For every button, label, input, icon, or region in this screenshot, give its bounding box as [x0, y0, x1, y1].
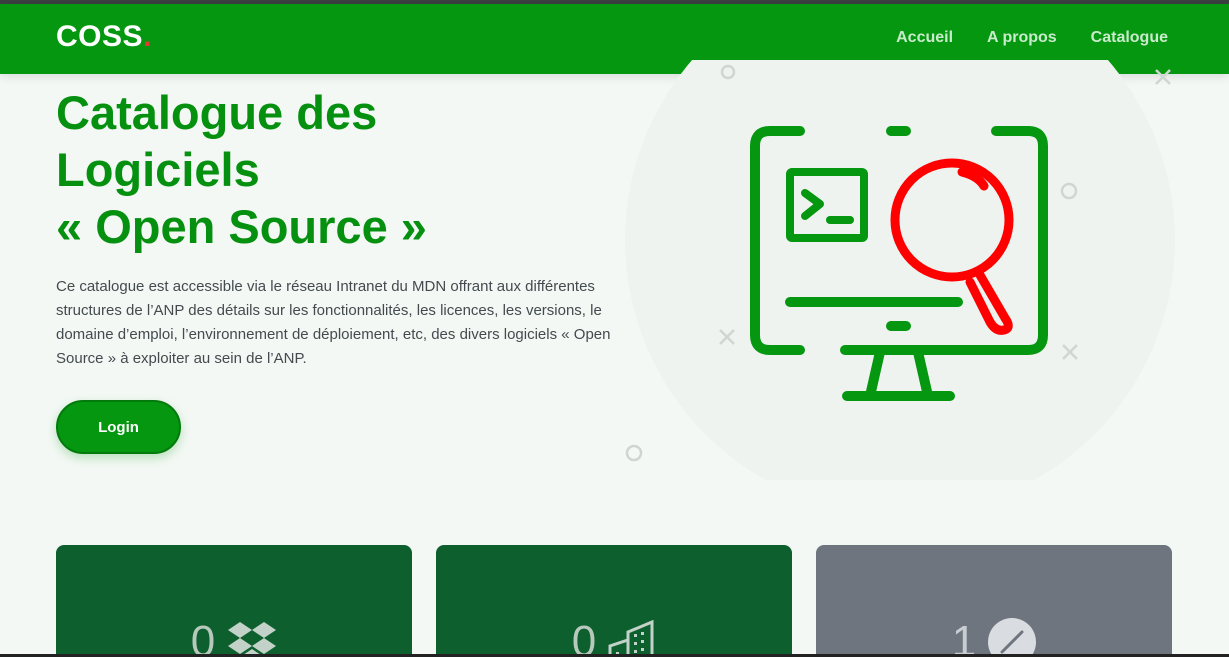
nav-link-a-propos[interactable]: A propos: [987, 29, 1057, 47]
stat-card-3-content: 1: [816, 617, 1172, 657]
stat-card-3[interactable]: 1: [816, 545, 1172, 657]
hero-title-line-2: Logiciels: [56, 143, 260, 196]
brand-logo[interactable]: COSS.: [56, 20, 152, 54]
stat-card-2-content: 0: [436, 617, 792, 657]
stat-value: 1: [951, 617, 977, 657]
circle-slash-icon: [988, 618, 1037, 657]
building-icon: [608, 620, 654, 657]
hero-illustration: [625, 60, 1175, 480]
stat-card-1[interactable]: 0: [56, 545, 412, 657]
dropbox-icon: [228, 622, 277, 657]
stat-value: 0: [571, 617, 597, 657]
stat-card-2[interactable]: 0: [436, 545, 792, 657]
nav-link-catalogue[interactable]: Catalogue: [1091, 29, 1168, 47]
hero-title-line-1: Catalogue des: [56, 86, 378, 139]
hero-description: Ce catalogue est accessible via le résea…: [56, 278, 611, 367]
illustration-backdrop: [625, 60, 1175, 480]
nav-link-accueil[interactable]: Accueil: [896, 29, 953, 47]
stat-card-1-content: 0: [56, 617, 412, 657]
hero-title-line-3: « Open Source »: [56, 200, 427, 253]
logo-dot: .: [143, 20, 152, 53]
stat-value: 0: [190, 617, 216, 657]
main-nav: Accueil A propos Catalogue: [896, 29, 1168, 47]
logo-text: COSS: [56, 20, 144, 53]
login-button[interactable]: Login: [56, 400, 181, 454]
hero-title: Catalogue des Logiciels « Open Source »: [56, 84, 576, 255]
